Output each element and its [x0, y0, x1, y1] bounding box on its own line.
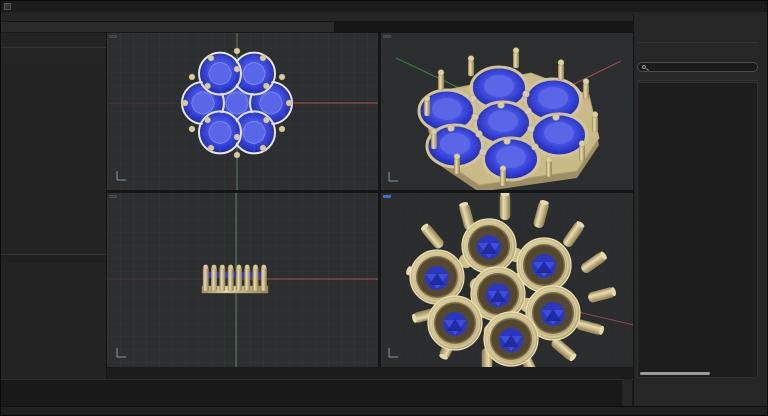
right-toolbar-row1 — [637, 16, 758, 27]
workflow-tabs — [637, 378, 758, 404]
left-sidebar — [1, 22, 107, 379]
title-bar — [1, 1, 768, 12]
viewport-tabs — [107, 367, 634, 379]
viewport-front-label[interactable] — [109, 195, 117, 198]
viewport-top[interactable] — [107, 33, 378, 190]
viewport-area — [107, 22, 634, 379]
rhino-window — [0, 0, 768, 416]
status-bar — [1, 406, 768, 416]
right-toolbar-row2 — [637, 27, 758, 38]
mini-toolbar — [1, 22, 334, 33]
layers-panel-header — [637, 42, 758, 51]
layers-horizontal-scrollbar[interactable] — [640, 372, 710, 375]
viewport-perspective-main[interactable] — [381, 193, 634, 367]
layers-toolbar — [637, 51, 758, 61]
toolbox-panel — [1, 47, 106, 65]
viewport-perspective-top[interactable] — [381, 33, 634, 190]
osnap-panel — [1, 254, 106, 263]
viewport-perspective-main-label[interactable] — [383, 195, 391, 198]
search-icon — [642, 65, 646, 69]
layers-search — [637, 62, 758, 72]
front-view-canvas — [107, 193, 378, 367]
right-panel — [633, 14, 768, 406]
viewport-perspective-top-label[interactable] — [383, 35, 391, 38]
perspective-top-canvas — [381, 33, 634, 190]
app-icon — [4, 3, 11, 10]
layers-search-input[interactable] — [648, 64, 753, 70]
viewport-top-label[interactable] — [109, 35, 117, 38]
viewport-front[interactable] — [107, 193, 378, 367]
layers-column-header — [637, 73, 758, 81]
top-view-canvas — [107, 33, 378, 190]
layers-empty-area — [637, 82, 758, 378]
command-history[interactable] — [1, 379, 633, 406]
command-scrollbar[interactable] — [622, 379, 632, 406]
perspective-main-canvas — [381, 193, 634, 367]
left-toolbar-row2 — [1, 34, 106, 35]
